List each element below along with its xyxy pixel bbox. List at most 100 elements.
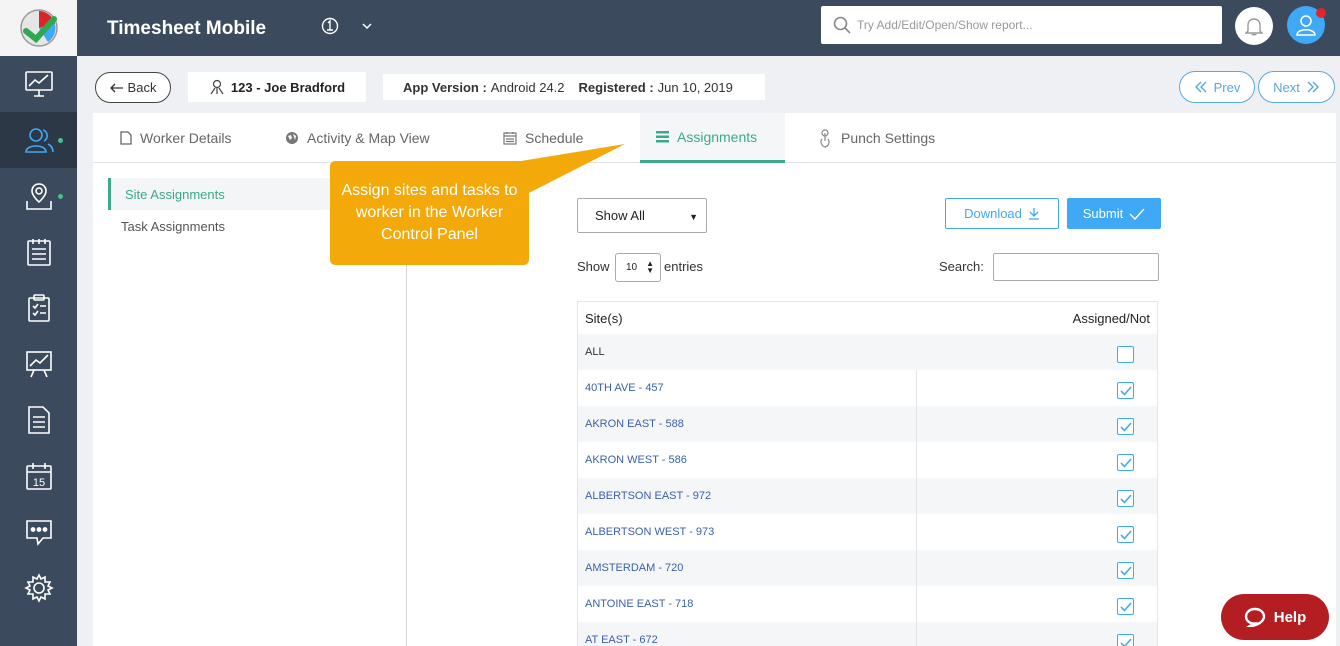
app-version-label: App Version : [403,79,487,95]
table-row: AKRON WEST - 586 [578,442,1157,478]
site-link[interactable]: AT EAST - 672 [585,634,658,646]
table-row: ALL [578,334,1157,370]
sidebar-item-settings[interactable] [0,560,77,616]
table-row: AKRON EAST - 588 [578,406,1157,442]
site-link[interactable]: ALBERTSON EAST - 972 [585,490,711,502]
column-header-site[interactable]: Site(s) [585,311,623,326]
tab-assignments[interactable]: Assignments [640,113,785,163]
top-bar: Timesheet Mobile [77,0,1340,56]
assign-checkbox[interactable] [1117,526,1134,543]
table-row: AT EAST - 672 [578,622,1157,646]
site-link[interactable]: ALBERTSON WEST - 973 [585,526,714,538]
entries-value: 10 [626,262,638,273]
monitor-chart-icon [24,71,53,97]
sidebar-item-workers[interactable] [0,112,77,168]
site-link[interactable]: 40TH AVE - 457 [585,382,664,394]
worker-name-box: 123 - Joe Bradford [188,72,366,102]
table-row: ALBERTSON WEST - 973 [578,514,1157,550]
filter-select[interactable]: Show All ▼ [577,198,707,233]
presentation-chart-icon [25,351,52,378]
assign-checkbox[interactable] [1117,382,1134,399]
tab-worker-details[interactable]: Worker Details [120,113,232,163]
site-link[interactable]: AKRON WEST - 586 [585,454,687,466]
map-pin-icon [25,183,52,210]
app-logo[interactable] [0,0,77,56]
column-divider [916,406,917,442]
assign-checkbox[interactable] [1117,418,1134,435]
sidebar-item-dashboard[interactable] [0,56,77,112]
entries-select[interactable]: 10 ▲ ▼ [615,253,661,282]
list-icon [656,130,669,142]
sidebar-item-calendar[interactable]: 15 [0,448,77,504]
sidebar-item-reports[interactable] [0,336,77,392]
check-icon [1129,208,1145,220]
prev-button[interactable]: Prev [1179,71,1255,103]
clipboard-icon [27,294,50,322]
globe-icon [286,132,298,144]
document-icon [120,131,132,145]
checkmark-icon [1119,457,1132,468]
site-link[interactable]: AKRON EAST - 588 [585,418,684,430]
submit-button[interactable]: Submit [1067,198,1161,229]
callout-pointer [515,144,625,196]
assign-checkbox[interactable] [1117,454,1134,471]
sidebar-item-tasks[interactable] [0,280,77,336]
column-divider [916,586,917,622]
column-divider [916,514,917,550]
sidebar-item-map[interactable] [0,168,77,224]
column-header-assigned[interactable]: Assigned/Not [1073,311,1150,326]
chat-icon [25,520,52,546]
table-search-label: Search: [939,259,984,274]
site-link[interactable]: ANTOINE EAST - 718 [585,598,693,610]
global-search[interactable] [821,6,1222,44]
document-icon [27,406,50,434]
entries-label: entries [664,259,704,274]
app-title: Timesheet Mobile [107,18,267,39]
table-row: ANTOINE EAST - 718 [578,586,1157,622]
sidebar-item-timesheets[interactable] [0,224,77,280]
tab-activity-map[interactable]: Activity & Map View [285,113,430,163]
assign-checkbox[interactable] [1117,490,1134,507]
worker-icon [210,79,224,95]
search-input[interactable] [857,14,1207,36]
download-button[interactable]: Download [945,198,1059,229]
worker-name: 123 - Joe Bradford [230,79,346,95]
site-assignments-table: Site(s) Assigned/Not ALL 40TH AVE - 457 … [577,301,1158,646]
assign-checkbox[interactable] [1117,562,1134,579]
next-button[interactable]: Next [1258,71,1335,103]
assign-checkbox[interactable] [1117,346,1134,363]
help-button[interactable]: Help [1221,594,1329,640]
site-link[interactable]: AMSTERDAM - 720 [585,562,683,574]
arrow-left-icon [109,83,123,92]
version-info: App Version : Android 24.2 Registered : … [383,74,765,100]
assign-checkbox[interactable] [1117,634,1134,646]
tab-bar: Worker Details Activity & Map View Sched… [93,113,1336,163]
double-chevron-right-icon [1307,81,1319,93]
table-row: ALBERTSON EAST - 972 [578,478,1157,514]
account-switch-icon[interactable] [320,17,340,35]
back-button[interactable]: Back [95,72,171,103]
checkmark-icon [1119,385,1132,396]
table-search-input[interactable] [993,253,1159,281]
status-dot [58,138,63,143]
touch-icon [820,129,830,148]
download-icon [1028,208,1039,220]
chevron-down-icon[interactable] [361,20,373,32]
sidebar-item-messages[interactable] [0,504,77,560]
notifications-button[interactable] [1235,7,1273,45]
checkmark-icon [1119,529,1132,540]
user-icon [1296,15,1316,36]
back-label: Back [127,80,157,95]
users-icon [24,128,54,153]
assign-checkbox[interactable] [1117,598,1134,615]
logo-icon [19,9,58,47]
table-row: AMSTERDAM - 720 [578,550,1157,586]
tab-label: Punch Settings [841,130,936,146]
calendar-day: 15 [32,477,44,489]
tab-punch-settings[interactable]: Punch Settings [817,113,935,163]
chat-bubble-icon [1244,607,1265,627]
column-divider [916,478,917,514]
sidebar-item-documents[interactable] [0,392,77,448]
submit-label: Submit [1082,206,1124,221]
show-label: Show [577,259,610,274]
